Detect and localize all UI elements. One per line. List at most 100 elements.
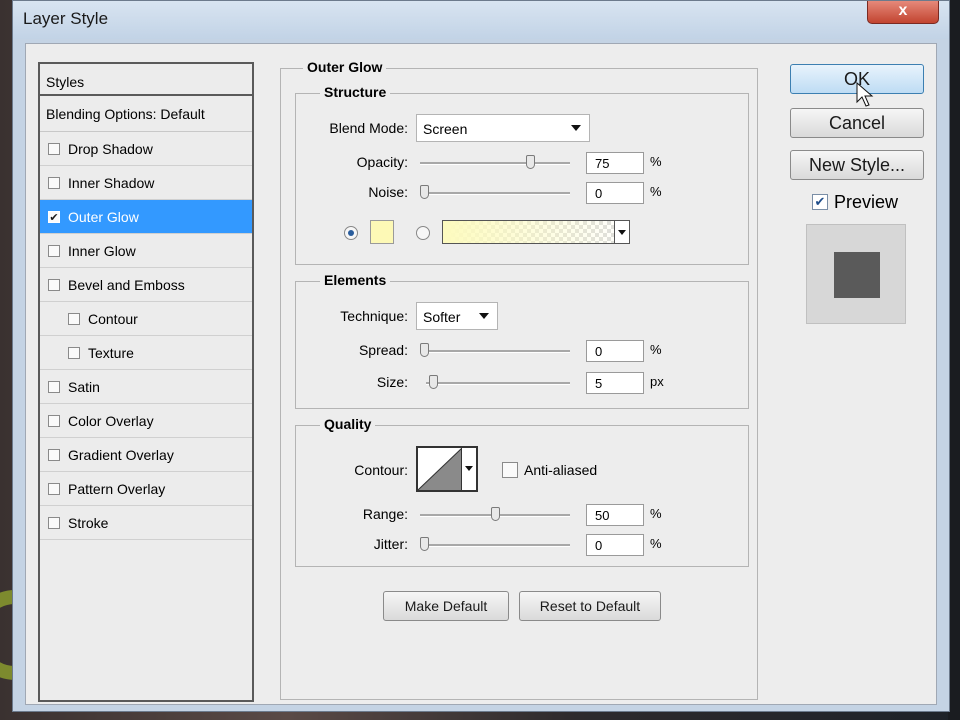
size-slider[interactable]: [426, 375, 570, 389]
style-item-label: Contour: [88, 310, 138, 327]
style-checkbox[interactable]: [48, 142, 60, 155]
noise-label: Noise:: [368, 184, 408, 200]
style-checkbox[interactable]: [48, 516, 60, 529]
chevron-down-icon: [571, 125, 581, 131]
elements-group: Elements Technique: Softer Spread: 0 % S…: [295, 272, 749, 409]
spread-unit: %: [650, 342, 662, 357]
cancel-button[interactable]: Cancel: [790, 108, 924, 138]
technique-value: Softer: [423, 309, 461, 325]
range-unit: %: [650, 506, 662, 521]
glow-gradient-picker[interactable]: [442, 220, 630, 244]
noise-unit: %: [650, 184, 662, 199]
opacity-label: Opacity:: [356, 154, 408, 170]
style-item-label: Stroke: [68, 514, 109, 531]
noise-slider[interactable]: [420, 185, 570, 199]
noise-slider-thumb[interactable]: [420, 185, 429, 199]
opacity-slider-thumb[interactable]: [526, 155, 535, 169]
style-checkbox[interactable]: [68, 312, 80, 325]
anti-aliased-checkbox[interactable]: [502, 462, 518, 478]
style-item-bevel-and-emboss[interactable]: Bevel and Emboss: [40, 268, 252, 302]
style-item-inner-glow[interactable]: Inner Glow: [40, 234, 252, 268]
chevron-down-icon: [479, 313, 489, 319]
style-item-label: Satin: [68, 378, 100, 395]
spread-slider-thumb[interactable]: [420, 343, 429, 357]
styles-list: Styles Blending Options: Default Drop Sh…: [38, 62, 254, 702]
quality-title: Quality: [320, 416, 376, 432]
range-slider[interactable]: [420, 507, 570, 521]
size-field[interactable]: 5: [586, 372, 644, 394]
close-button[interactable]: x: [867, 1, 939, 24]
styles-header[interactable]: Styles: [40, 64, 252, 96]
spread-label: Spread:: [358, 342, 408, 358]
contour-curve-icon: [418, 448, 462, 490]
style-item-label: Pattern Overlay: [68, 480, 166, 497]
jitter-label: Jitter:: [373, 536, 408, 552]
size-label: Size:: [376, 374, 408, 390]
style-checkbox[interactable]: [48, 482, 60, 495]
style-checkbox[interactable]: [48, 244, 60, 257]
jitter-slider[interactable]: [420, 537, 570, 551]
preview-thumbnail: [806, 224, 906, 324]
style-checkbox[interactable]: [48, 448, 60, 461]
preview-layer-square: [834, 252, 880, 298]
window-title: Layer Style: [23, 9, 109, 28]
style-item-label: Color Overlay: [68, 412, 154, 429]
size-unit: px: [650, 374, 664, 389]
style-item-gradient-overlay[interactable]: Gradient Overlay: [40, 438, 252, 472]
style-checkbox[interactable]: [48, 278, 60, 291]
blending-options-item[interactable]: Blending Options: Default: [40, 96, 252, 132]
layer-style-dialog: Layer Style x Styles Blending Options: D…: [12, 0, 950, 712]
technique-label: Technique:: [340, 308, 408, 324]
blend-mode-label: Blend Mode:: [329, 120, 408, 136]
range-slider-thumb[interactable]: [491, 507, 500, 521]
spread-field[interactable]: 0: [586, 340, 644, 362]
noise-field[interactable]: 0: [586, 182, 644, 204]
style-item-color-overlay[interactable]: Color Overlay: [40, 404, 252, 438]
structure-title: Structure: [320, 84, 391, 100]
style-checkbox[interactable]: [48, 380, 60, 393]
technique-select[interactable]: Softer: [416, 302, 498, 330]
jitter-field[interactable]: 0: [586, 534, 644, 556]
style-checkbox[interactable]: [48, 176, 60, 189]
contour-picker[interactable]: [416, 446, 478, 492]
preview-label[interactable]: Preview: [834, 192, 898, 213]
style-item-label: Outer Glow: [68, 208, 139, 225]
outer-glow-title: Outer Glow: [303, 59, 387, 75]
style-item-satin[interactable]: Satin: [40, 370, 252, 404]
dialog-body: Styles Blending Options: Default Drop Sh…: [25, 43, 937, 705]
glow-color-swatch[interactable]: [370, 220, 394, 244]
opacity-unit: %: [650, 154, 662, 169]
style-checkbox[interactable]: [68, 346, 80, 359]
opacity-field[interactable]: 75: [586, 152, 644, 174]
title-bar[interactable]: Layer Style x: [13, 1, 949, 39]
blend-mode-select[interactable]: Screen: [416, 114, 590, 142]
contour-dropdown[interactable]: [461, 448, 476, 490]
style-item-stroke[interactable]: Stroke: [40, 506, 252, 540]
anti-aliased-label[interactable]: Anti-aliased: [524, 462, 597, 478]
elements-title: Elements: [320, 272, 391, 288]
style-item-pattern-overlay[interactable]: Pattern Overlay: [40, 472, 252, 506]
jitter-unit: %: [650, 536, 662, 551]
preview-checkbox[interactable]: ✔: [812, 194, 828, 210]
make-default-button[interactable]: Make Default: [383, 591, 509, 621]
style-item-inner-shadow[interactable]: Inner Shadow: [40, 166, 252, 200]
spread-slider[interactable]: [420, 343, 570, 357]
style-item-texture[interactable]: Texture: [40, 336, 252, 370]
reset-to-default-button[interactable]: Reset to Default: [519, 591, 661, 621]
opacity-slider[interactable]: [420, 155, 570, 169]
jitter-slider-thumb[interactable]: [420, 537, 429, 551]
size-slider-thumb[interactable]: [429, 375, 438, 389]
range-field[interactable]: 50: [586, 504, 644, 526]
quality-group: Quality Contour: Anti-aliased Range: 50 …: [295, 416, 749, 567]
new-style-button[interactable]: New Style...: [790, 150, 924, 180]
style-item-drop-shadow[interactable]: Drop Shadow: [40, 132, 252, 166]
style-checkbox[interactable]: ✔: [48, 210, 60, 224]
solid-color-radio[interactable]: [344, 226, 358, 240]
gradient-radio[interactable]: [416, 226, 430, 240]
mouse-cursor-icon: [856, 82, 874, 107]
style-item-contour[interactable]: Contour: [40, 302, 252, 336]
chevron-down-icon[interactable]: [614, 221, 629, 243]
style-item-label: Inner Shadow: [68, 174, 155, 191]
style-item-outer-glow[interactable]: ✔ Outer Glow: [40, 200, 252, 234]
style-checkbox[interactable]: [48, 414, 60, 427]
